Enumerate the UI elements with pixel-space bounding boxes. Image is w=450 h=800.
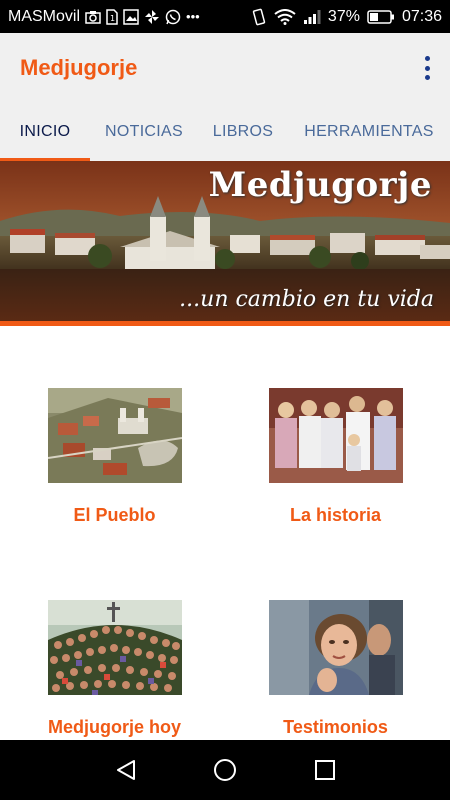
carrier-name: MASMovil [8,7,81,25]
tab-label: LIBROS [212,123,274,140]
pinwheel-icon [144,9,160,25]
tab-label: HERRAMIENTAS [304,123,434,140]
overflow-menu-icon[interactable] [422,55,432,81]
status-bar: MASMovil 1 ••• 37% 07:36 [0,0,450,33]
banner-title: Medjugorje [208,165,432,205]
sim-card-icon: 1 [106,8,118,25]
app-bar: Medjugorje [0,33,450,103]
banner-subtitle: ...un cambio en tu vida [179,287,434,312]
tab-herramientas[interactable]: HERRAMIENTAS [288,103,450,161]
signal-icon [303,9,321,25]
camera-icon [85,10,101,24]
tab-label: INICIO [19,123,71,140]
tab-label: NOTICIAS [105,123,183,140]
header-banner: Medjugorje ...un cambio en tu vida [0,161,450,326]
el-pueblo-label: El Pueblo [73,505,156,525]
la-historia-thumbnail [268,388,403,483]
la-historia-label: La historia [289,505,382,525]
system-navigation-bar [0,740,450,800]
back-icon[interactable] [111,755,141,785]
clock: 07:36 [401,7,442,25]
more-notifications-icon: ••• [186,9,200,24]
tab-bar: INICIO NOTICIAS LIBROS HERRAMIENTAS [0,103,450,161]
grid-item-la-historia[interactable]: La historia [223,388,448,526]
medjugorje-hoy-label: Medjugorje hoy [47,717,181,737]
home-icon[interactable] [210,755,240,785]
grid-item-testimonios[interactable]: Testimonios [223,600,448,738]
recents-icon[interactable] [310,755,340,785]
testimonios-label: Testimonios [283,717,388,737]
tab-inicio[interactable]: INICIO [0,103,90,161]
battery-percent: 37% [327,7,360,25]
svg-text:1: 1 [110,14,115,23]
tab-libros[interactable]: LIBROS [198,103,288,161]
app-title: Medjugorje [20,55,138,80]
screen: MASMovil 1 ••• 37% 07:36 Medjugorje INIC… [0,0,450,800]
grid-item-medjugorje-hoy[interactable]: Medjugorje hoy [2,600,227,738]
battery-icon [367,9,395,25]
whatsapp-icon [165,9,181,25]
medjugorje-hoy-thumbnail [47,600,182,695]
tab-noticias[interactable]: NOTICIAS [90,103,198,161]
wifi-icon [274,8,296,25]
el-pueblo-thumbnail [47,388,182,483]
grid-item-el-pueblo[interactable]: El Pueblo [2,388,227,526]
vibrate-icon [251,8,267,26]
gallery-icon [123,8,139,25]
testimonios-thumbnail [268,600,403,695]
